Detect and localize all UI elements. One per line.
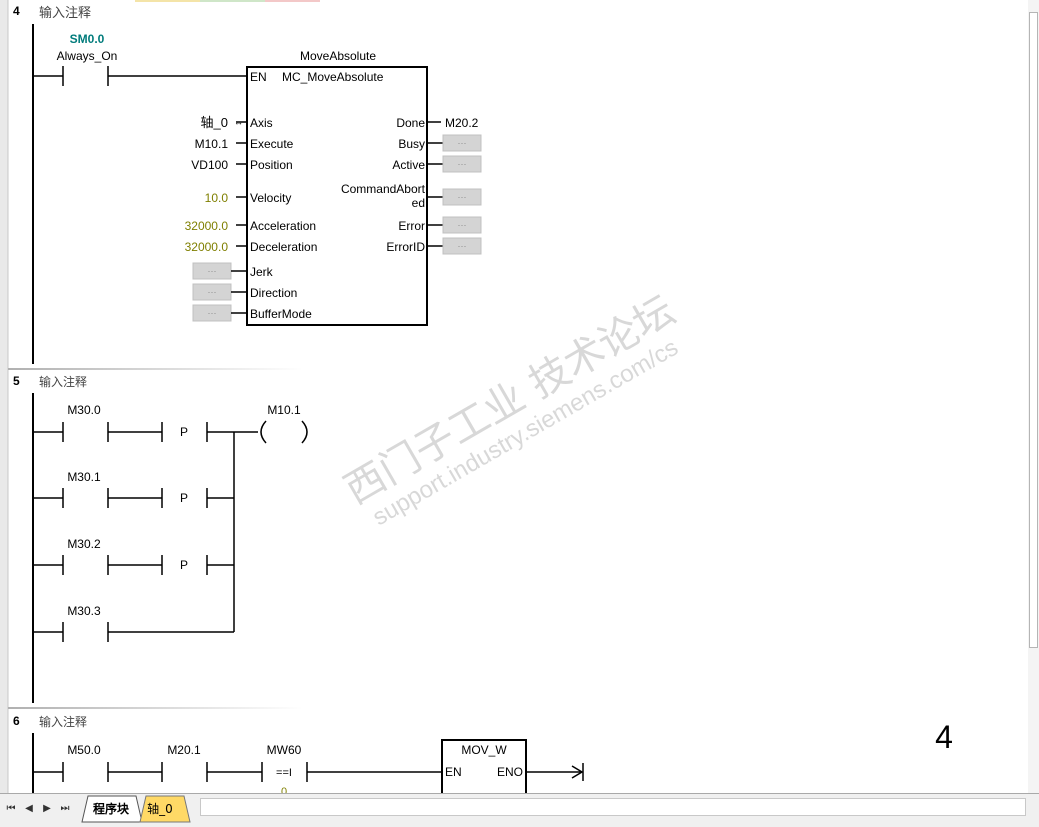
svg-text:M30.2: M30.2 xyxy=(67,537,101,551)
last-tab-icon[interactable]: ⏭ xyxy=(58,802,72,816)
svg-text:···: ··· xyxy=(208,308,217,318)
svg-text:Jerk: Jerk xyxy=(250,265,274,279)
svg-text:CommandAbort: CommandAbort xyxy=(341,182,426,196)
next-tab-icon[interactable]: ▶ xyxy=(40,802,54,816)
horizontal-scrollbar[interactable] xyxy=(200,798,1026,816)
network-5[interactable]: 5 输入注释 M30.0 P M10.1 M30.1 P M30.2 P M30… xyxy=(13,374,308,703)
prev-tab-icon[interactable]: ◀ xyxy=(22,802,36,816)
svg-text:Velocity: Velocity xyxy=(250,191,291,205)
page-marker: 4 xyxy=(935,719,953,755)
svg-text:M50.0: M50.0 xyxy=(67,743,101,757)
network-comment[interactable]: 输入注释 xyxy=(39,5,91,20)
network-separator xyxy=(8,368,303,370)
input-value-velocity[interactable]: 10.0 xyxy=(205,191,229,205)
network-6[interactable]: 6 输入注释 M50.0 M20.1 MW60 ==I 0 MOV_W EN E… xyxy=(13,714,584,801)
svg-text:P: P xyxy=(180,558,188,572)
svg-text:···: ··· xyxy=(458,192,467,202)
svg-text:EN: EN xyxy=(250,70,267,84)
contact-m30-0[interactable]: M30.0 xyxy=(33,403,162,442)
svg-text:···: ··· xyxy=(208,266,217,276)
svg-text:Axis: Axis xyxy=(250,116,273,130)
left-gutter xyxy=(0,0,8,793)
svg-text:ErrorID: ErrorID xyxy=(386,240,425,254)
first-tab-icon[interactable]: ⏮ xyxy=(4,802,18,816)
svg-text:轴_0: 轴_0 xyxy=(147,801,173,816)
mov-w-box[interactable]: MOV_W EN ENO xyxy=(441,739,584,801)
svg-text:Busy: Busy xyxy=(398,137,425,151)
scrollbar-thumb[interactable] xyxy=(1029,12,1038,648)
network-separator xyxy=(8,707,303,709)
svg-text:···: ··· xyxy=(458,220,467,230)
p-edge-contact-2[interactable]: P xyxy=(161,488,234,508)
svg-text:···: ··· xyxy=(458,241,467,251)
svg-text:P: P xyxy=(180,491,188,505)
svg-text:···: ··· xyxy=(458,138,467,148)
svg-text:Deceleration: Deceleration xyxy=(250,240,317,254)
svg-text:P: P xyxy=(180,425,188,439)
p-edge-contact-1[interactable]: P xyxy=(161,422,258,442)
svg-text:Position: Position xyxy=(250,158,293,172)
contact-m20-1[interactable]: M20.1 xyxy=(161,743,262,782)
svg-text:···: ··· xyxy=(208,287,217,297)
svg-text:Active: Active xyxy=(392,158,425,172)
svg-text:M30.3: M30.3 xyxy=(67,604,101,618)
box-title: MoveAbsolute xyxy=(300,49,376,63)
network-4[interactable]: 4 输入注释 SM0.0 Always_On MoveAbsolute EN M… xyxy=(13,4,482,364)
svg-text:ENO: ENO xyxy=(497,765,523,779)
compare-contact-mw60[interactable]: MW60 ==I 0 xyxy=(261,743,442,798)
network-number: 5 xyxy=(13,374,20,388)
svg-text:ed: ed xyxy=(412,196,425,210)
input-value-deceleration[interactable]: 32000.0 xyxy=(185,240,229,254)
svg-text:Direction: Direction xyxy=(250,286,297,300)
p-edge-contact-3[interactable]: P xyxy=(161,555,234,575)
network-number: 6 xyxy=(13,714,20,728)
network-comment[interactable]: 输入注释 xyxy=(39,374,87,389)
network-number: 4 xyxy=(13,4,20,18)
input-value-axis[interactable]: 轴_0 xyxy=(201,115,228,130)
svg-text:MW60: MW60 xyxy=(267,743,302,757)
svg-text:M30.0: M30.0 xyxy=(67,403,101,417)
svg-text:Always_On: Always_On xyxy=(57,49,118,63)
contact-m30-2[interactable]: M30.2 xyxy=(33,537,162,575)
svg-text:SM0.0: SM0.0 xyxy=(70,32,105,46)
box-name: MC_MoveAbsolute xyxy=(282,70,384,84)
output-value-done[interactable]: M20.2 xyxy=(445,116,479,130)
svg-text:M20.1: M20.1 xyxy=(167,743,201,757)
input-value-position[interactable]: VD100 xyxy=(191,158,228,172)
network-comment[interactable]: 输入注释 xyxy=(39,714,87,729)
svg-text:Error: Error xyxy=(398,219,425,233)
svg-text:EN: EN xyxy=(445,765,462,779)
svg-text:==I: ==I xyxy=(276,767,292,779)
tabs: 程序块 轴_0 xyxy=(81,795,191,823)
svg-text:Execute: Execute xyxy=(250,137,294,151)
input-value-execute[interactable]: M10.1 xyxy=(195,137,229,151)
contact-always-on[interactable]: SM0.0 Always_On xyxy=(33,32,247,86)
tab-bar: ⏮ ◀ ▶ ⏭ 程序块 轴_0 xyxy=(0,793,1039,827)
svg-text:Acceleration: Acceleration xyxy=(250,219,316,233)
svg-text:···: ··· xyxy=(458,159,467,169)
svg-text:程序块: 程序块 xyxy=(93,801,130,816)
svg-text:Done: Done xyxy=(396,116,425,130)
box-title: MOV_W xyxy=(461,743,507,757)
svg-text:M30.1: M30.1 xyxy=(67,470,101,484)
input-value-acceleration[interactable]: 32000.0 xyxy=(185,219,229,233)
ladder-editor: 4 输入注释 SM0.0 Always_On MoveAbsolute EN M… xyxy=(0,0,953,801)
svg-text:BufferMode: BufferMode xyxy=(250,307,312,321)
contact-m50-0[interactable]: M50.0 xyxy=(33,743,162,782)
contact-m30-3[interactable]: M30.3 xyxy=(33,604,234,642)
contact-m30-1[interactable]: M30.1 xyxy=(33,470,162,508)
svg-text:M10.1: M10.1 xyxy=(267,403,301,417)
coil-m10-1[interactable]: M10.1 xyxy=(260,403,308,444)
